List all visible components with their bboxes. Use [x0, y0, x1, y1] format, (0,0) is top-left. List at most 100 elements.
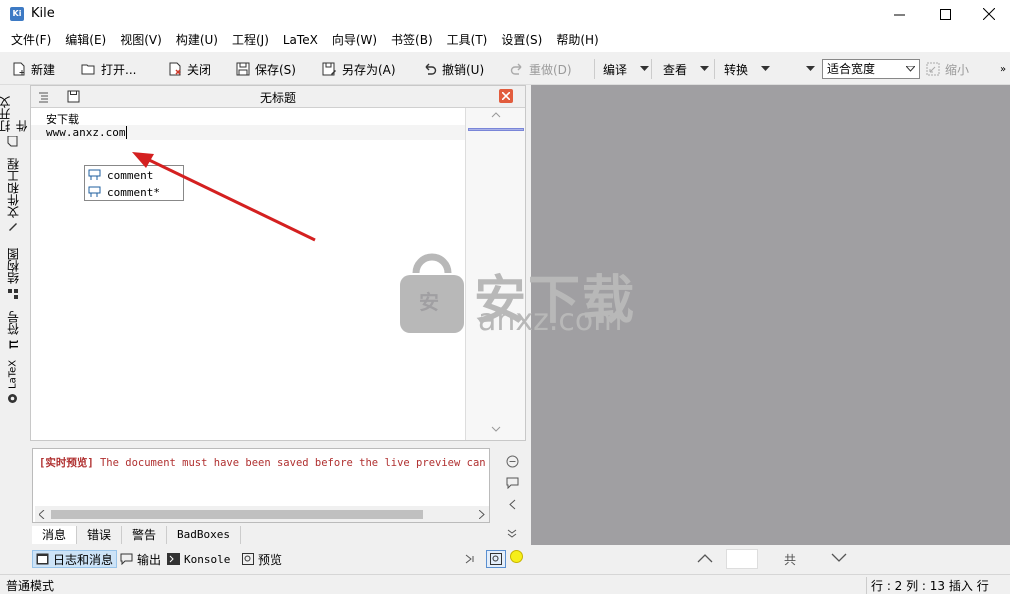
status-indicator-dot	[510, 550, 523, 563]
log-messages-button[interactable]: 日志和消息	[32, 550, 118, 568]
menu-project[interactable]: 工程(J)	[225, 28, 276, 52]
open-label: 打开...	[101, 62, 137, 77]
preview-label: 预览	[258, 552, 283, 567]
main-toolbar: 新建 打开... 关闭 保存(S) 另存为(A) 撤销(U) 重做(D) 编译 …	[0, 53, 1010, 85]
chevron-left-icon	[509, 499, 516, 509]
convert-label: 转换	[724, 62, 749, 77]
gear-icon	[8, 394, 18, 404]
toolbar-separator	[594, 59, 595, 79]
minimize-button[interactable]	[876, 0, 922, 28]
watermark-logo-glyph: 安	[419, 290, 439, 314]
save-as-label: 另存为(A)	[342, 62, 396, 77]
cursor-position: 行 : 2 列 : 13 插入 行	[866, 577, 989, 594]
view-dropdown[interactable]: 查看	[663, 57, 710, 81]
menu-view[interactable]: 视图(V)	[113, 28, 169, 52]
toolbar-overflow-button[interactable]: »	[1000, 57, 1006, 81]
live-preview-tag: [实时预览]	[39, 457, 94, 469]
zoom-mode-select[interactable]: 适合宽度	[822, 59, 920, 79]
view-label: 查看	[663, 62, 688, 77]
menu-help[interactable]: 帮助(H)	[549, 28, 605, 52]
save-button[interactable]: 保存(S)	[236, 57, 296, 81]
redo-button[interactable]: 重做(D)	[510, 57, 572, 81]
dock-menu-button[interactable]	[464, 550, 476, 568]
clear-log-button[interactable]	[502, 452, 522, 470]
maximize-button[interactable]	[922, 0, 968, 28]
chevron-up-icon[interactable]	[697, 553, 713, 563]
chevron-down-icon[interactable]	[831, 553, 847, 563]
side-tab-label: 符号	[6, 311, 21, 336]
tab-warnings[interactable]: 警告	[122, 526, 168, 544]
folder-open-icon	[81, 64, 95, 75]
window-title: Kile	[31, 6, 55, 21]
terminal-window-icon	[36, 553, 49, 565]
code-line-2: www.anxz.com	[46, 126, 135, 139]
chevron-down-icon	[700, 66, 710, 71]
konsole-label: Konsole	[184, 552, 231, 566]
log-message: [实时预览] The document must have been saved…	[39, 455, 487, 470]
side-tab-latex[interactable]: LaTeX	[2, 357, 24, 407]
side-tab-symbols[interactable]: π 符号	[2, 307, 24, 353]
undo-icon	[425, 63, 437, 75]
new-label: 新建	[31, 62, 56, 77]
output-button[interactable]: 输出	[120, 550, 161, 568]
menu-bookmarks[interactable]: 书签(B)	[384, 28, 440, 52]
new-file-icon	[13, 62, 25, 76]
save-as-button[interactable]: 另存为(A)	[322, 57, 396, 81]
overflow-chevron-icon: »	[1000, 63, 1007, 75]
comment-button[interactable]	[502, 473, 522, 491]
scrollbar-thumb[interactable]	[51, 510, 423, 519]
live-preview-toggle[interactable]	[486, 550, 506, 568]
tab-badboxes[interactable]: BadBoxes	[167, 526, 242, 544]
close-window-button[interactable]	[966, 0, 1010, 28]
editor-tab-header: 无标题	[31, 86, 525, 108]
menu-bar: 文件(F) 编辑(E) 视图(V) 构建(U) 工程(J) LaTeX 向导(W…	[0, 28, 1010, 52]
minimap-viewport[interactable]	[468, 128, 524, 131]
collapse-left-button[interactable]	[502, 495, 522, 513]
chevron-down-icon[interactable]	[491, 426, 501, 432]
tab-errors[interactable]: 错误	[77, 526, 123, 544]
preview-button[interactable]: 预览	[242, 550, 282, 568]
zoom-menu-dropdown[interactable]	[806, 57, 815, 81]
viewer-page-nav: 共	[531, 545, 1010, 573]
tab-messages[interactable]: 消息	[32, 526, 78, 544]
compile-label: 编译	[603, 62, 628, 77]
new-button[interactable]: 新建	[12, 57, 55, 81]
chevron-right-icon	[465, 554, 474, 564]
horizontal-scrollbar[interactable]	[35, 506, 489, 522]
side-tab-open-files[interactable]: 打开文件	[0, 87, 29, 147]
menu-tools[interactable]: 工具(T)	[440, 28, 495, 52]
side-tab-files-projects[interactable]: 文件和工程	[2, 153, 24, 239]
expand-down-button[interactable]	[502, 528, 522, 540]
save-icon	[236, 62, 250, 76]
menu-build[interactable]: 构建(U)	[169, 28, 225, 52]
close-label: 关闭	[187, 62, 212, 77]
menu-edit[interactable]: 编辑(E)	[58, 28, 113, 52]
chevron-up-icon[interactable]	[491, 112, 501, 118]
redo-label: 重做(D)	[529, 62, 572, 77]
chevron-down-icon	[640, 66, 650, 71]
close-document-tab-button[interactable]	[499, 89, 513, 103]
zoom-out-button[interactable]: 缩小	[926, 57, 969, 81]
side-tab-structure[interactable]: 结构图	[2, 245, 24, 303]
menu-wizard[interactable]: 向导(W)	[325, 28, 384, 52]
compile-dropdown[interactable]: 编译	[603, 57, 650, 81]
chevron-right-icon[interactable]	[479, 510, 485, 519]
code-line-2-text: www.anxz.com	[46, 126, 126, 139]
open-button[interactable]: 打开...	[81, 57, 136, 81]
konsole-icon	[167, 553, 180, 565]
redo-icon	[510, 63, 522, 75]
undo-button[interactable]: 撤销(U)	[423, 57, 484, 81]
menu-latex[interactable]: LaTeX	[276, 28, 325, 52]
menu-settings[interactable]: 设置(S)	[494, 28, 549, 52]
side-tab-label: 文件和工程	[6, 158, 21, 218]
annotation-arrow	[132, 152, 316, 242]
side-tab-label: LaTeX	[7, 359, 19, 390]
convert-dropdown[interactable]: 转换	[724, 57, 771, 81]
menu-file[interactable]: 文件(F)	[4, 28, 58, 52]
chevron-left-icon[interactable]	[39, 510, 45, 519]
pi-icon: π	[4, 339, 22, 349]
konsole-button[interactable]: Konsole	[167, 550, 230, 568]
page-number-input[interactable]	[726, 549, 758, 569]
speech-bubble-icon	[506, 477, 518, 489]
close-doc-button[interactable]: 关闭	[168, 57, 211, 81]
